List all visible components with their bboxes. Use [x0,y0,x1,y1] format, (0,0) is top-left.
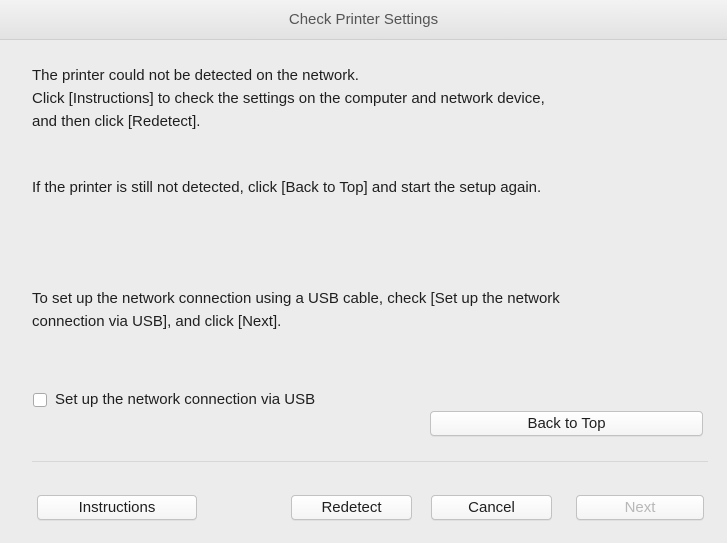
next-button[interactable]: Next [576,495,704,520]
not-detected-message: The printer could not be detected on the… [32,64,545,133]
title-bar: Check Printer Settings [0,0,727,40]
window-title: Check Printer Settings [288,11,439,28]
usb-instructions-message: To set up the network connection using a… [32,287,560,333]
message-line: and then click [Redetect]. [32,113,201,130]
still-not-detected-message: If the printer is still not detected, cl… [32,179,542,196]
instructions-button[interactable]: Instructions [37,495,197,520]
back-to-top-button[interactable]: Back to Top [430,411,703,436]
usb-checkbox-label[interactable]: Set up the network connection via USB [55,391,315,408]
usb-option-row[interactable]: Set up the network connection via USB [33,391,315,408]
cancel-button[interactable]: Cancel [431,495,552,520]
check-printer-settings-dialog: Check Printer Settings The printer could… [0,0,727,543]
message-line: connection via USB], and click [Next]. [32,313,282,330]
message-line: The printer could not be detected on the… [32,67,359,84]
message-line: To set up the network connection using a… [32,290,560,307]
message-line: Click [Instructions] to check the settin… [32,90,545,107]
usb-checkbox[interactable] [33,392,47,407]
redetect-button[interactable]: Redetect [291,495,412,520]
divider [32,461,708,462]
